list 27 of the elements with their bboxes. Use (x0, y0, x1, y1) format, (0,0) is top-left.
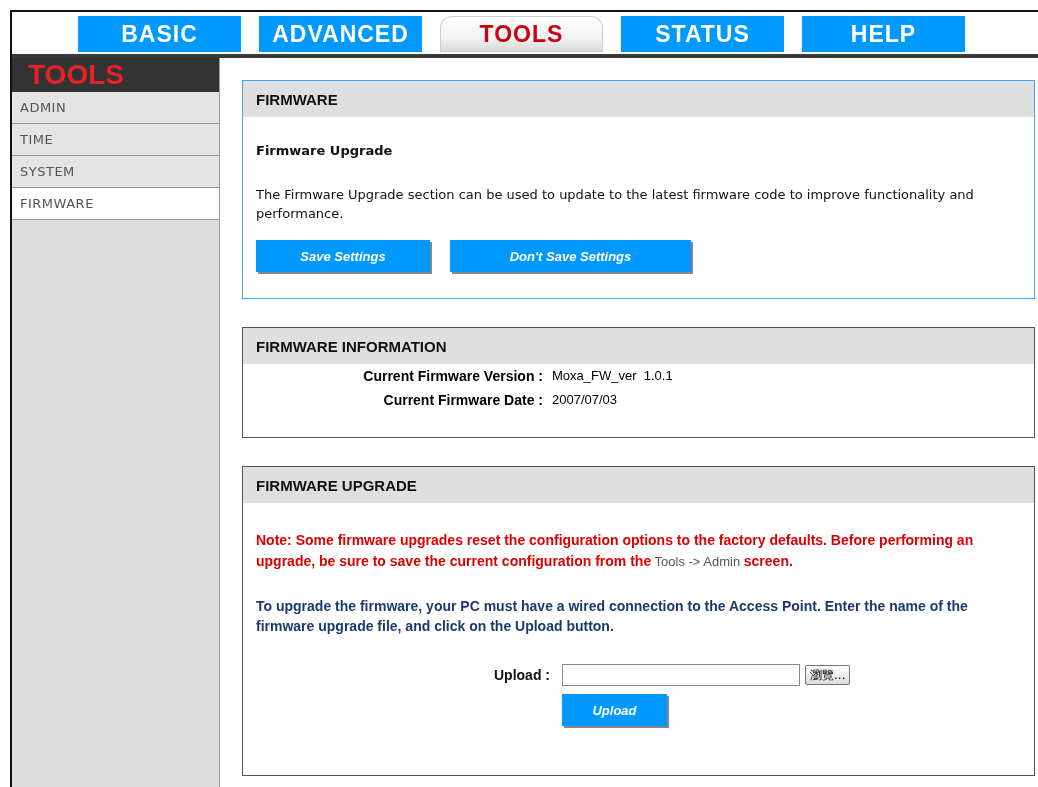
nav-tab[interactable]: BASIC (78, 16, 241, 52)
panel-title: FIRMWARE UPGRADE (243, 467, 1034, 503)
field-label: Current Firmware Date : (383, 392, 543, 408)
sidebar-item[interactable]: TIME (12, 124, 219, 156)
description-text: The Firmware Upgrade section can be used to update to the latest firmware code to improve functionality and performance. (256, 186, 975, 223)
panel-title: FIRMWARE (243, 81, 1034, 117)
sidebar-title: TOOLS (12, 58, 219, 92)
field-value: 2007/07/03 (552, 392, 618, 408)
nav-tab[interactable]: ADVANCED (259, 16, 422, 52)
nav-tab[interactable]: TOOLS (440, 16, 603, 52)
warning-note: Note: Some firmware upgrades reset the configuration options to the factory defaults. Before performing an upgrade, be sure to save the current configuration from the Tools -> Admin screen. (256, 531, 975, 571)
instruction-text: To upgrade the firmware, your PC must have a wired connection to the Access Point. Enter the name of the firmware upgrade file, and click on the Upload button. (256, 597, 969, 636)
section-subtitle: Firmware Upgrade (256, 143, 394, 158)
browse-button[interactable]: 瀏覽... (805, 665, 851, 685)
sidebar-item[interactable]: ADMIN (12, 92, 219, 124)
field-label: Current Firmware Version : (363, 368, 543, 384)
sidebar-item[interactable]: FIRMWARE (12, 188, 219, 220)
field-value: Moxa_FW_ver 1.0.1 (552, 368, 673, 384)
upload-button[interactable]: Upload (562, 694, 667, 726)
sidebar-item[interactable]: SYSTEM (12, 156, 219, 188)
upload-label: Upload : (494, 667, 550, 683)
nav-tab[interactable]: STATUS (621, 16, 784, 52)
cancel-button[interactable]: Don't Save Settings (450, 240, 691, 272)
file-path-field[interactable] (562, 664, 800, 686)
panel-title: FIRMWARE INFORMATION (243, 328, 1034, 364)
nav-tab[interactable]: HELP (802, 16, 965, 52)
save-button[interactable]: Save Settings (256, 240, 430, 272)
